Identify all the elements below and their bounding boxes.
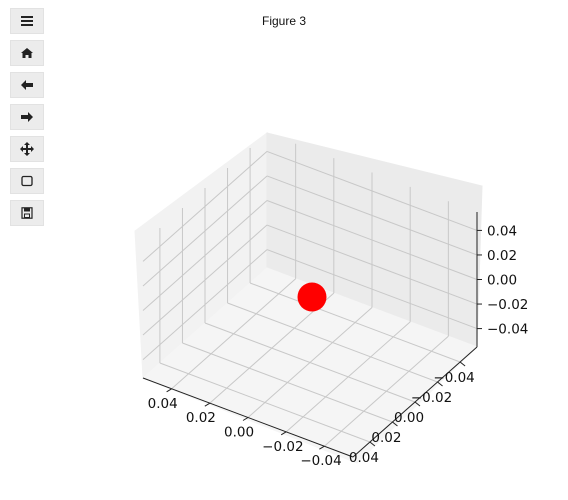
y-tick-label: −0.04 — [300, 453, 341, 469]
data-points — [297, 282, 327, 312]
scatter-point — [297, 282, 327, 312]
x-tick-label: 0.04 — [349, 450, 379, 466]
z-tick-label: −0.04 — [487, 322, 528, 338]
y-tick-label: 0.02 — [186, 410, 216, 426]
y-tick — [166, 388, 172, 393]
x-tick-label: −0.02 — [411, 390, 452, 406]
y-tick-label: 0.04 — [148, 396, 178, 412]
x-tick-label: −0.04 — [433, 370, 474, 386]
z-tick-label: −0.02 — [487, 297, 528, 313]
y-tick-label: 0.00 — [224, 425, 254, 441]
plot-3d[interactable]: −0.04−0.04−0.04−0.02−0.02−0.020.000.000.… — [0, 0, 568, 500]
z-tick-label: 0.00 — [487, 273, 517, 289]
z-tick-label: 0.04 — [487, 223, 517, 239]
x-tick-label: 0.00 — [394, 410, 424, 426]
x-tick — [459, 361, 466, 367]
y-tick-label: −0.02 — [262, 439, 303, 455]
z-tick-label: 0.02 — [487, 248, 517, 264]
x-tick-label: 0.02 — [371, 430, 401, 446]
